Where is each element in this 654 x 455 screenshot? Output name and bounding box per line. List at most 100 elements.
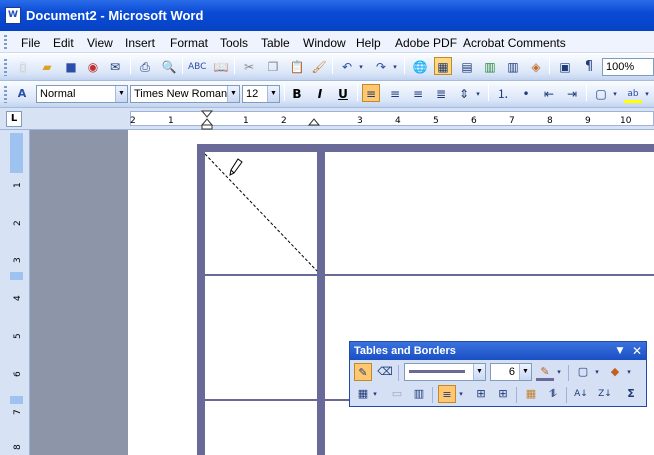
menu-view[interactable]: View xyxy=(87,36,113,50)
bullets-icon[interactable]: • xyxy=(517,85,535,103)
toolbar-grip[interactable] xyxy=(4,59,7,76)
split-cells-icon[interactable]: ▥ xyxy=(410,385,428,403)
distribute-rows-icon[interactable]: ⊞ xyxy=(472,385,490,403)
shading-color-icon[interactable]: ◆ xyxy=(606,363,624,381)
border-color-dropdown-icon[interactable]: ▾ xyxy=(554,363,564,381)
style-combo[interactable]: Normal ▼ xyxy=(36,85,128,103)
menu-edit[interactable]: Edit xyxy=(53,36,74,50)
permission-icon[interactable]: ◉ xyxy=(84,58,102,76)
highlight-icon[interactable]: ab xyxy=(624,85,642,103)
show-hide-icon[interactable]: ¶ xyxy=(580,58,598,76)
chevron-down-icon[interactable]: ▼ xyxy=(227,86,239,102)
columns-icon[interactable]: ▥ xyxy=(504,58,522,76)
outside-border-icon[interactable]: ▢ xyxy=(574,363,592,381)
menu-grip[interactable] xyxy=(4,35,7,49)
format-painter-icon[interactable]: 🖌 xyxy=(310,58,328,76)
word-app-icon[interactable]: W xyxy=(5,7,21,24)
hanging-indent-marker[interactable] xyxy=(200,118,214,126)
insert-hyperlink-icon[interactable]: 🌐 xyxy=(411,58,429,76)
align-dropdown-icon[interactable]: ▾ xyxy=(456,385,466,403)
table-autoformat-icon[interactable]: ▦ xyxy=(522,385,540,403)
table-row-border[interactable] xyxy=(205,399,350,401)
cut-icon[interactable]: ✂ xyxy=(240,58,258,76)
bold-icon[interactable]: B xyxy=(288,85,306,103)
tables-and-borders-toolbar[interactable]: Tables and Borders ▼ ✕ ✎ ⌫ ▼ 6 ▼ ✎ ▾ ▢ ▾… xyxy=(349,341,647,407)
menu-acrobat-comments[interactable]: Acrobat Comments xyxy=(463,36,566,50)
spelling-icon[interactable]: ABC xyxy=(188,58,206,76)
redo-icon[interactable]: ↷ xyxy=(372,58,390,76)
shading-dropdown-icon[interactable]: ▾ xyxy=(624,363,634,381)
font-size-combo[interactable]: 12 ▼ xyxy=(242,85,280,103)
new-document-icon[interactable]: ▯ xyxy=(14,58,32,76)
font-combo[interactable]: Times New Roman ▼ xyxy=(130,85,240,103)
right-indent-marker[interactable] xyxy=(307,118,321,126)
drawing-icon[interactable]: ◈ xyxy=(527,58,545,76)
justify-icon[interactable]: ≣ xyxy=(432,85,450,103)
merge-cells-icon[interactable]: ▭ xyxy=(388,385,406,403)
menu-file[interactable]: File xyxy=(21,36,40,50)
outside-border-dropdown-icon[interactable]: ▾ xyxy=(592,363,602,381)
chevron-down-icon[interactable]: ▼ xyxy=(115,86,127,102)
menu-table[interactable]: Table xyxy=(261,36,290,50)
save-icon[interactable]: ■ xyxy=(62,58,80,76)
align-left-icon[interactable]: ≡ xyxy=(362,84,380,102)
decrease-indent-icon[interactable]: ⇤ xyxy=(540,85,558,103)
undo-icon[interactable]: ↶ xyxy=(338,58,356,76)
align-top-left-icon[interactable]: ≡ xyxy=(438,385,456,403)
insert-excel-worksheet-icon[interactable]: ▥ xyxy=(481,58,499,76)
email-icon[interactable]: ✉ xyxy=(106,58,124,76)
document-map-icon[interactable]: ▣ xyxy=(556,58,574,76)
sort-descending-icon[interactable]: Z↓ xyxy=(596,385,614,403)
menu-insert[interactable]: Insert xyxy=(125,36,155,50)
chevron-down-icon[interactable]: ▼ xyxy=(267,86,279,102)
align-center-icon[interactable]: ≡ xyxy=(386,85,404,103)
chevron-down-icon[interactable]: ▼ xyxy=(473,364,485,380)
menu-help[interactable]: Help xyxy=(356,36,381,50)
align-right-icon[interactable]: ≡ xyxy=(409,85,427,103)
line-spacing-dropdown-icon[interactable]: ▾ xyxy=(473,85,483,103)
chevron-down-icon[interactable]: ▼ xyxy=(519,364,531,380)
copy-icon[interactable]: ❐ xyxy=(264,58,282,76)
border-dropdown-icon[interactable]: ▾ xyxy=(610,85,620,103)
table-cell[interactable] xyxy=(205,276,317,399)
research-icon[interactable]: 📖 xyxy=(212,58,230,76)
line-style-combo[interactable]: ▼ xyxy=(404,363,486,381)
underline-icon[interactable]: U xyxy=(334,85,352,103)
outside-border-icon[interactable]: ▢ xyxy=(592,85,610,103)
close-icon[interactable]: ✕ xyxy=(630,344,644,358)
tables-and-borders-icon[interactable]: ▦ xyxy=(434,57,452,75)
left-indent-marker[interactable] xyxy=(201,124,213,130)
autosum-icon[interactable]: Σ xyxy=(622,385,640,403)
toolbar-title-bar[interactable]: Tables and Borders xyxy=(350,342,646,360)
increase-indent-icon[interactable]: ⇥ xyxy=(563,85,581,103)
redo-dropdown-icon[interactable]: ▾ xyxy=(390,58,400,76)
line-weight-combo[interactable]: 6 ▼ xyxy=(490,363,532,381)
border-color-icon[interactable]: ✎ xyxy=(536,363,554,381)
insert-table-icon[interactable]: ▤ xyxy=(458,58,476,76)
paste-icon[interactable]: 📋 xyxy=(288,58,306,76)
italic-icon[interactable]: I xyxy=(311,85,329,103)
draw-table-icon[interactable]: ✎ xyxy=(354,363,372,381)
highlight-dropdown-icon[interactable]: ▾ xyxy=(642,85,652,103)
menu-window[interactable]: Window xyxy=(303,36,346,50)
line-spacing-icon[interactable]: ⇕ xyxy=(455,85,473,103)
distribute-columns-icon[interactable]: ⊞ xyxy=(494,385,512,403)
first-line-indent-marker[interactable] xyxy=(200,110,214,118)
menu-format[interactable]: Format xyxy=(170,36,208,50)
table-cell[interactable] xyxy=(325,152,654,274)
insert-table-dropdown-icon[interactable]: ▾ xyxy=(370,385,380,403)
vertical-ruler[interactable]: 1 2 3 4 5 6 7 8 xyxy=(0,130,30,455)
print-preview-icon[interactable]: 🔍 xyxy=(160,58,178,76)
table-top-border[interactable] xyxy=(197,144,654,152)
toolbar-grip[interactable] xyxy=(4,86,7,103)
menu-adobe-pdf[interactable]: Adobe PDF xyxy=(395,36,457,50)
eraser-icon[interactable]: ⌫ xyxy=(376,363,394,381)
zoom-combo[interactable]: 100% xyxy=(602,58,654,76)
styles-and-formatting-icon[interactable]: A xyxy=(13,85,31,103)
numbering-icon[interactable]: ⒈ xyxy=(494,85,512,103)
sort-ascending-icon[interactable]: A↓ xyxy=(572,385,590,403)
table-left-border[interactable] xyxy=(197,144,205,455)
print-icon[interactable]: ⎙ xyxy=(136,58,154,76)
undo-dropdown-icon[interactable]: ▾ xyxy=(356,58,366,76)
open-folder-icon[interactable]: ▰ xyxy=(38,58,56,76)
